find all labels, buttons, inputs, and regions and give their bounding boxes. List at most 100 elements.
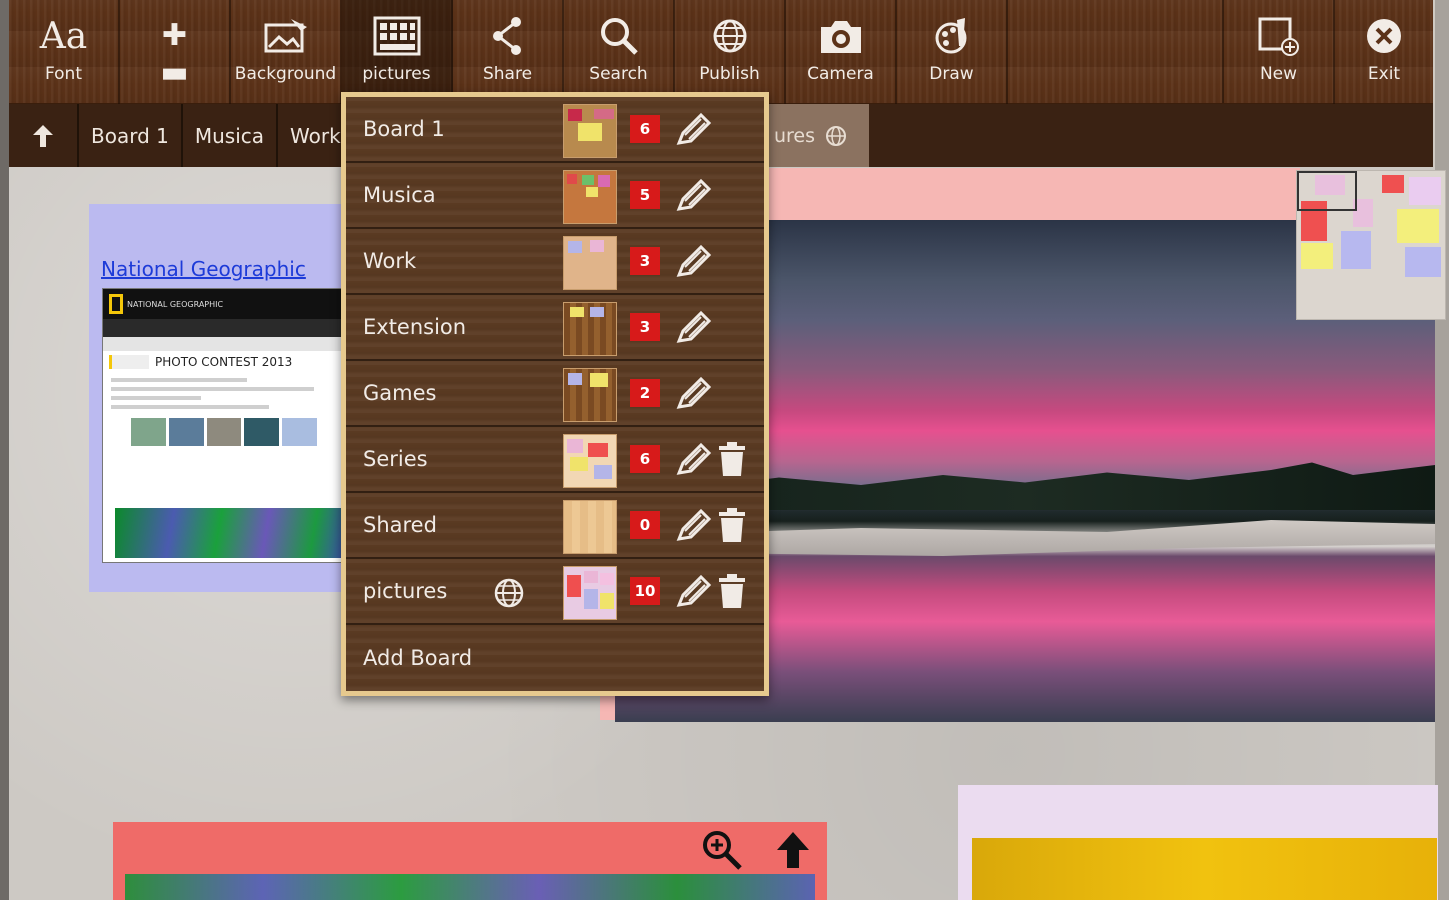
bring-to-front-icon[interactable] [775,830,811,874]
add-board-label: Add Board [363,646,473,670]
board-item-work[interactable]: Work 3 [346,229,764,295]
board-item-games[interactable]: Games 2 [346,361,764,427]
add-board-button[interactable]: Add Board [346,625,764,691]
ng-feature-image [115,508,345,558]
minimap-viewport[interactable] [1297,171,1357,211]
board-item-label: pictures [363,579,448,603]
board-count-badge: 2 [630,379,660,407]
board-item-series[interactable]: Series 6 [346,427,764,493]
edit-pencil-icon[interactable] [673,377,711,411]
ng-logo-icon [109,294,123,314]
trash-icon[interactable] [717,574,747,610]
board-thumbnail [563,500,617,554]
board-thumbnail [563,170,617,224]
board-minimap[interactable] [1296,170,1446,320]
font-button[interactable]: Aa Font [9,0,120,104]
edit-pencil-icon[interactable] [673,575,711,609]
board-thumbnail [563,434,617,488]
board-thumbnail [563,368,617,422]
search-icon [599,14,639,58]
new-button[interactable]: New [1224,0,1335,104]
window-frame-left [0,0,9,900]
globe-icon [712,14,748,58]
board-thumbnail [563,566,617,620]
background-button[interactable]: Background [231,0,342,104]
edit-pencil-icon[interactable] [673,311,711,345]
publish-label: Publish [699,64,760,84]
board-item-extension[interactable]: Extension 3 [346,295,764,361]
board-item-pictures[interactable]: pictures 10 [346,559,764,625]
draw-label: Draw [929,64,974,84]
minimap-note [1382,175,1404,193]
background-label: Background [234,64,337,84]
minimap-note [1301,243,1333,269]
zoom-button[interactable]: ✚ ▬ [120,0,231,104]
edit-pencil-icon[interactable] [673,245,711,279]
board-item-label: Musica [363,183,436,207]
edit-pencil-icon[interactable] [673,509,711,543]
ng-badge [109,355,149,369]
minimap-note [1405,247,1441,277]
ng-header: NATIONAL GEOGRAPHIC [103,289,345,319]
new-board-icon [1257,14,1301,58]
photo-yellow[interactable] [972,838,1437,900]
national-geographic-link[interactable]: National Geographic [101,257,306,281]
ng-thumb-row [103,414,345,450]
board-count-badge: 5 [630,181,660,209]
board-item-label: Work [363,249,417,273]
board-item-label: Board 1 [363,117,445,141]
exit-label: Exit [1367,64,1401,84]
trash-icon[interactable] [717,508,747,544]
breadcrumb-current-label: ures [774,124,816,147]
published-globe-icon [494,578,524,608]
search-label: Search [589,64,648,84]
board-count-badge: 6 [630,115,660,143]
board-count-badge: 10 [630,577,660,605]
pictures-label: pictures [362,64,431,84]
zoom-out-icon[interactable]: ▬ [160,58,188,88]
zoom-in-icon[interactable]: ✚ [162,21,187,51]
font-icon: Aa [39,15,88,57]
edit-pencil-icon[interactable] [673,179,711,213]
note-red-image [125,874,815,900]
share-button[interactable]: Share [453,0,564,104]
exit-button[interactable]: Exit [1335,0,1433,104]
main-toolbar: Aa Font ✚ ▬ Background pictures Share Se… [9,0,1433,104]
board-count-badge: 0 [630,511,660,539]
board-item-shared[interactable]: Shared 0 [346,493,764,559]
boards-list: Board 1 6 Musica 5 Work 3 Extension 3 Ga… [346,97,764,691]
board-item-musica[interactable]: Musica 5 [346,163,764,229]
board-grid-icon [373,14,421,58]
board-item-label: Extension [363,315,467,339]
edit-pencil-icon[interactable] [673,443,711,477]
board-item-board-1[interactable]: Board 1 6 [346,97,764,163]
camera-icon [817,14,865,58]
palette-icon [933,14,971,58]
note-pink-header[interactable] [760,168,1300,220]
board-item-label: Shared [363,513,437,537]
share-icon [490,14,526,58]
web-screenshot-thumbnail[interactable]: NATIONAL GEOGRAPHIC PHOTO CONTEST 2013 [102,288,346,563]
breadcrumb-item[interactable]: Musica [183,104,279,167]
board-count-badge: 6 [630,445,660,473]
search-button[interactable]: Search [564,0,675,104]
draw-button[interactable]: Draw [897,0,1008,104]
ng-page-title: PHOTO CONTEST 2013 [103,351,345,373]
zoom-in-icon[interactable] [700,828,744,874]
camera-button[interactable]: Camera [786,0,897,104]
minimap-note [1397,209,1439,243]
board-thumbnail [563,302,617,356]
camera-label: Camera [807,64,874,84]
toolbar-spacer [1008,0,1224,103]
pictures-button[interactable]: pictures [342,0,453,104]
breadcrumb-item[interactable]: Board 1 [79,104,183,167]
ng-title-text: PHOTO CONTEST 2013 [155,355,293,369]
ng-text-lines [103,378,345,409]
board-count-badge: 3 [630,313,660,341]
window-frame-right [1435,0,1449,900]
breadcrumb-item-current[interactable]: ures [764,104,869,167]
publish-button[interactable]: Publish [675,0,786,104]
trash-icon[interactable] [717,442,747,478]
edit-pencil-icon[interactable] [673,113,711,147]
up-level-button[interactable] [9,104,79,167]
